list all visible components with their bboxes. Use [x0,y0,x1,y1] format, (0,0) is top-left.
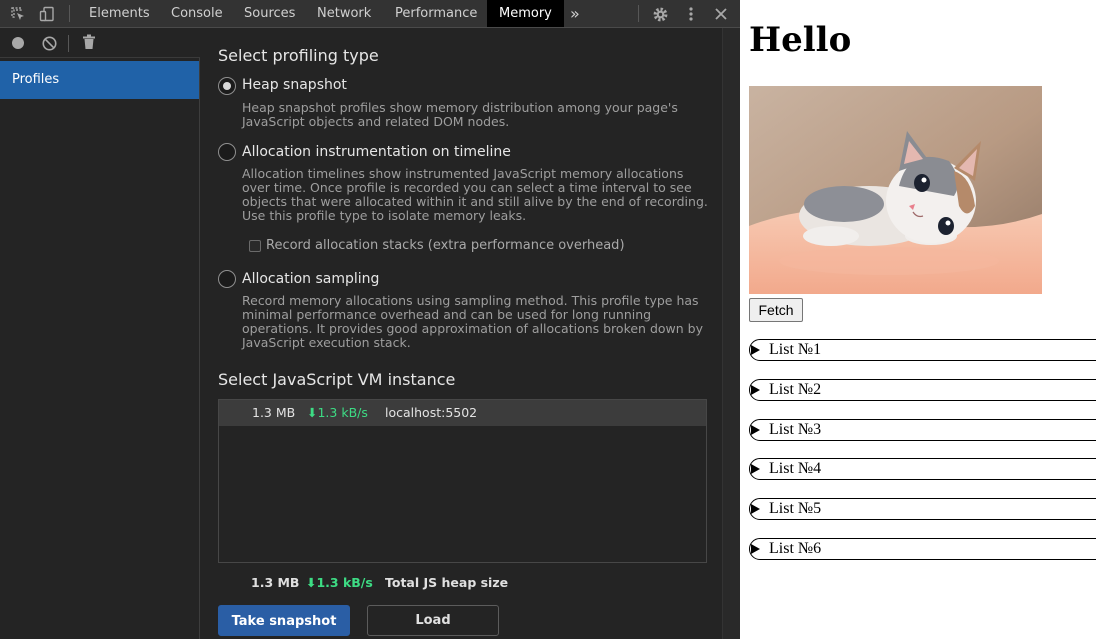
record-icon[interactable] [9,34,27,52]
launcher-scrollbar[interactable] [722,28,740,639]
tab-performance[interactable]: Performance [395,0,477,27]
trash-icon[interactable] [80,33,98,51]
tab-elements[interactable]: Elements [89,0,150,27]
list-item-3[interactable]: List №3 [749,419,1096,441]
record-stacks-checkbox[interactable] [249,240,261,252]
total-heap-rate: ⬇1.3 kB/s [306,575,373,590]
vm-instance-url: localhost:5502 [385,405,478,420]
list-item-4[interactable]: List №4 [749,458,1096,480]
devtools-tabbar: Elements Console Sources Network Perform… [0,0,740,28]
profiling-type-title: Select profiling type [218,46,379,65]
inspected-page: Hello Fetch List №1 List №2 List №3 List… [740,0,1096,639]
take-snapshot-button[interactable]: Take snapshot [218,605,350,636]
more-options-icon[interactable] [682,5,700,23]
total-heap-stats: 1.3 MB ⬇1.3 kB/s Total JS heap size [201,574,722,592]
disclosure-triangle-icon [751,385,760,395]
record-stacks-label[interactable]: Record allocation stacks (extra performa… [266,238,625,253]
tab-network[interactable]: Network [317,0,371,27]
allocation-timeline-label[interactable]: Allocation instrumentation on timeline [242,144,511,160]
toolbar-divider [68,35,69,52]
tab-sources[interactable]: Sources [244,0,295,27]
page-heading: Hello [749,20,852,60]
list-item-label: List №5 [769,500,822,517]
heap-snapshot-description: Heap snapshot profiles show memory distr… [242,100,678,129]
fetch-button[interactable]: Fetch [749,298,803,322]
radio-allocation-sampling[interactable] [218,270,236,288]
allocation-sampling-description: Record memory allocations using sampling… [242,293,703,350]
total-heap-label: Total JS heap size [385,575,509,590]
allocation-sampling-label[interactable]: Allocation sampling [242,271,379,287]
sidebar-item-profiles[interactable]: Profiles [0,61,199,99]
disclosure-triangle-icon [751,464,760,474]
list-item-6[interactable]: List №6 [749,538,1096,560]
list-item-label: List №3 [769,421,822,438]
total-heap-size: 1.3 MB [251,575,300,590]
vm-instance-title: Select JavaScript VM instance [218,370,456,389]
list-item-label: List №2 [769,381,822,398]
disclosure-triangle-icon [751,345,760,355]
heap-snapshot-label[interactable]: Heap snapshot [242,77,347,93]
list-item-2[interactable]: List №2 [749,379,1096,401]
memory-launcher: Select profiling type Heap snapshot Heap… [201,28,722,639]
tab-console[interactable]: Console [171,0,223,27]
list-item-5[interactable]: List №5 [749,498,1096,520]
disclosure-triangle-icon [751,504,760,514]
profiles-toolbar [0,28,200,58]
radio-allocation-timeline[interactable] [218,143,236,161]
inspect-element-icon[interactable] [9,5,27,23]
disclosure-triangle-icon [751,544,760,554]
disclosure-triangle-icon [751,425,760,435]
device-toolbar-icon[interactable] [38,5,56,23]
close-devtools-icon[interactable] [712,5,730,23]
list-item-label: List №4 [769,460,822,477]
settings-gear-icon[interactable] [651,5,669,23]
tab-memory[interactable]: Memory [487,0,564,27]
vm-instance-list: 1.3 MB ⬇1.3 kB/s localhost:5502 [218,399,707,563]
tabbar-divider [69,5,70,22]
allocation-timeline-description: Allocation timelines show instrumented J… [242,166,708,223]
tabbar-divider-right [638,5,639,22]
list-item-label: List №6 [769,540,822,557]
vm-heap-rate: ⬇1.3 kB/s [307,405,368,420]
more-tabs-icon[interactable]: » [570,0,580,27]
clear-all-icon[interactable] [40,34,58,52]
list-item-1[interactable]: List №1 [749,339,1096,361]
devtools-panel: Elements Console Sources Network Perform… [0,0,740,639]
load-button[interactable]: Load [367,605,499,636]
vm-heap-size: 1.3 MB [252,405,296,420]
profiles-sidebar: Profiles [0,58,200,639]
kitten-image [749,86,1042,294]
radio-heap-snapshot[interactable] [218,77,236,95]
vm-instance-row[interactable]: 1.3 MB ⬇1.3 kB/s localhost:5502 [219,400,706,426]
list-item-label: List №1 [769,341,822,358]
